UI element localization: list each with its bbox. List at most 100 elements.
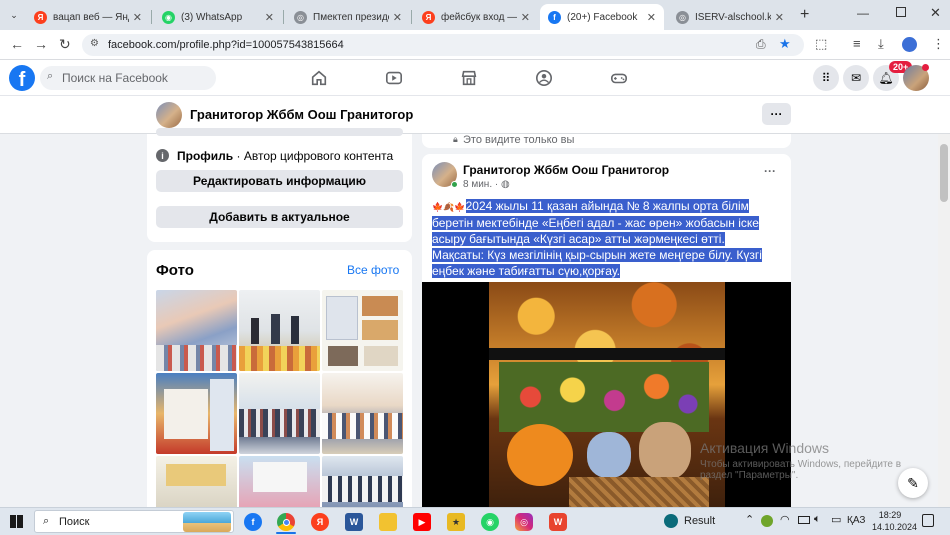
- autumn-leaves-photo: [489, 282, 725, 510]
- add-featured-button[interactable]: Добавить в актуальное: [156, 206, 403, 228]
- url-bar[interactable]: ⚙ facebook.com/profile.php?id=1000575438…: [82, 34, 804, 56]
- tab-2[interactable]: ◉ (3) WhatsApp ✕: [154, 4, 282, 30]
- tab-6[interactable]: ◎ ISERV-alschool.kz - П ✕: [668, 4, 792, 30]
- clock-time: 18:29: [878, 510, 902, 520]
- gaming-icon[interactable]: [610, 69, 628, 87]
- install-app-icon[interactable]: ⎙: [756, 37, 766, 52]
- photo-thumb-5[interactable]: [239, 373, 320, 454]
- tab-1[interactable]: Я вацап веб — Яндекс ✕: [26, 4, 150, 30]
- close-window-button[interactable]: ✕: [930, 5, 941, 21]
- tab-4[interactable]: Я фейсбук вход — Янд ✕: [414, 4, 538, 30]
- globe-icon: ◎: [294, 10, 307, 24]
- photo-thumb-8[interactable]: [239, 456, 320, 510]
- post-author-name[interactable]: Гранитогор Жббм Оош Гранитогор: [463, 163, 669, 177]
- menu-kebab-icon[interactable]: ⋮: [932, 36, 945, 52]
- all-photos-link[interactable]: Все фото: [347, 263, 399, 277]
- whatsapp-desktop-icon[interactable]: ◉: [481, 513, 499, 531]
- tray-app-icon[interactable]: [761, 515, 773, 527]
- photos-card: Фото Все фото: [147, 250, 412, 510]
- profile-more-button[interactable]: ···: [762, 103, 791, 125]
- forward-arrow-icon[interactable]: →: [34, 36, 48, 52]
- close-icon[interactable]: ✕: [647, 11, 656, 24]
- video-icon[interactable]: [385, 69, 403, 87]
- facebook-logo-icon[interactable]: f: [9, 65, 35, 91]
- instagram-icon[interactable]: ◎: [515, 513, 533, 531]
- activation-watermark: Активация Windows Чтобы активировать Win…: [700, 440, 901, 481]
- search-highlight-image: [183, 512, 231, 532]
- messenger-button[interactable]: ✉: [843, 65, 869, 91]
- privacy-note: Это видите только вы: [463, 134, 575, 146]
- result-widget[interactable]: Result: [664, 514, 715, 528]
- marketplace-icon[interactable]: [460, 69, 478, 87]
- audience-globe-icon: ◍: [501, 179, 510, 190]
- tab-search-button[interactable]: ⌄: [6, 7, 22, 23]
- photo-thumb-4[interactable]: [156, 373, 237, 454]
- site-info-icon[interactable]: ⚙: [90, 38, 99, 49]
- bookmark-star-icon[interactable]: ★: [779, 36, 791, 52]
- profile-avatar[interactable]: [156, 102, 182, 128]
- post-line-2: беретін мектебінде «Еңбегі адал - жас өр…: [432, 216, 759, 230]
- page-scrollbar[interactable]: [938, 134, 950, 507]
- restore-button[interactable]: [896, 7, 906, 17]
- profile-category: Профиль · Автор цифрового контента: [177, 149, 393, 163]
- taskbar-search-box[interactable]: ⌕ Поиск: [34, 510, 234, 533]
- post-time[interactable]: 8 мин. · ◍: [463, 179, 510, 190]
- file-explorer-icon[interactable]: [379, 513, 397, 531]
- scrollbar-thumb[interactable]: [940, 144, 948, 202]
- new-tab-button[interactable]: +: [800, 6, 809, 24]
- close-icon[interactable]: ✕: [133, 11, 142, 24]
- minimize-button[interactable]: —: [857, 6, 869, 20]
- network-icon[interactable]: ▭: [831, 513, 841, 526]
- facebook-search-input[interactable]: ⌕ Поиск на Facebook: [40, 66, 216, 90]
- photo-thumb-6[interactable]: [322, 373, 403, 454]
- reload-icon[interactable]: ↻: [59, 36, 71, 53]
- language-indicator[interactable]: ҚАЗ: [847, 515, 865, 526]
- profile-label: Профиль: [177, 149, 234, 163]
- profile-icon[interactable]: [902, 37, 917, 52]
- photo-thumb-1[interactable]: [156, 290, 237, 371]
- online-status-icon: [451, 181, 458, 188]
- close-icon[interactable]: ✕: [775, 11, 784, 24]
- post-options-button[interactable]: ···: [764, 164, 776, 178]
- clock-date: 14.10.2024: [872, 522, 918, 532]
- notification-center-icon[interactable]: [922, 514, 934, 527]
- tab-5-active[interactable]: f (20+) Facebook ✕: [540, 4, 664, 30]
- download-icon[interactable]: ⤓: [878, 36, 884, 52]
- url-text: facebook.com/profile.php?id=100057543815…: [108, 39, 344, 51]
- windows-start-icon[interactable]: [10, 515, 23, 528]
- extensions-icon[interactable]: ⬚: [815, 36, 827, 52]
- wps-office-icon[interactable]: W: [549, 513, 567, 531]
- tray-chevron-icon[interactable]: ⌃: [745, 513, 754, 526]
- groups-icon[interactable]: [535, 69, 553, 87]
- menu-grid-button[interactable]: ⠿: [813, 65, 839, 91]
- watermark-title: Активация Windows: [700, 440, 830, 456]
- bell-icon: 🔔︎: [878, 71, 894, 85]
- hidden-top-button[interactable]: [156, 128, 403, 136]
- close-icon[interactable]: ✕: [393, 11, 402, 24]
- yandex-browser-icon[interactable]: Я: [311, 513, 329, 531]
- profile-name[interactable]: Гранитогор Жббм Оош Гранитогор: [190, 107, 413, 122]
- photo-thumb-2[interactable]: [239, 290, 320, 371]
- edit-info-button[interactable]: Редактировать информацию: [156, 170, 403, 192]
- home-icon[interactable]: [310, 69, 328, 87]
- tab-3[interactable]: ◎ Пмектеп президентi ✕: [286, 4, 410, 30]
- photo-thumb-7[interactable]: [156, 456, 237, 510]
- close-icon[interactable]: ✕: [265, 11, 274, 24]
- close-icon[interactable]: ✕: [521, 11, 530, 24]
- photo-thumb-9[interactable]: [322, 456, 403, 510]
- facebook-icon: f: [548, 10, 561, 24]
- compose-message-button[interactable]: ✎: [898, 468, 928, 498]
- chrome-icon[interactable]: [277, 513, 295, 531]
- wifi-icon[interactable]: ◠: [780, 513, 790, 526]
- battery-icon[interactable]: [798, 516, 810, 524]
- word-icon[interactable]: W: [345, 513, 363, 531]
- facebook-app-icon[interactable]: f: [244, 513, 262, 531]
- reading-list-icon[interactable]: ≡: [853, 36, 861, 51]
- sticky-notes-icon[interactable]: ★: [447, 513, 465, 531]
- youtube-icon[interactable]: ▶: [413, 513, 431, 531]
- back-arrow-icon[interactable]: ←: [10, 36, 24, 52]
- clock[interactable]: 18:29 14.10.2024: [872, 509, 918, 533]
- photo-thumb-3[interactable]: [322, 290, 403, 371]
- volume-icon[interactable]: 🔈︎: [814, 513, 821, 526]
- facebook-header: f ⌕ Поиск на Facebook ⠿ ✉ 🔔︎ 20+: [0, 60, 950, 96]
